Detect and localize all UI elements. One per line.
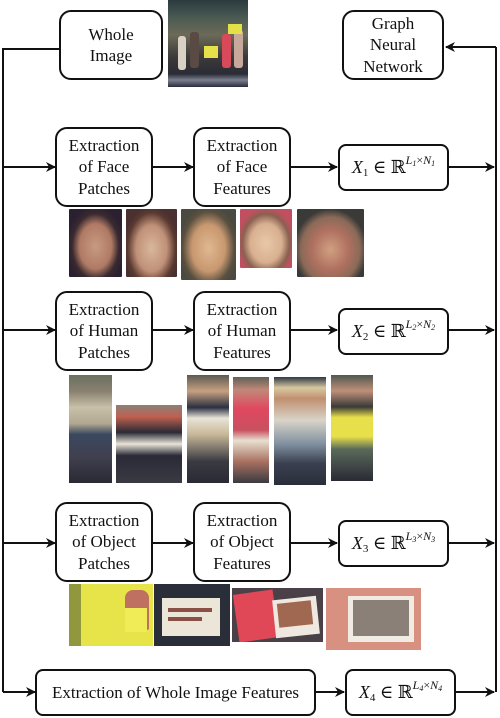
whole-image-box: Whole Image: [59, 10, 163, 80]
gnn-label-3: Network: [363, 56, 423, 76]
reals-symbol: ℝ: [390, 157, 406, 178]
human-patch-1: [69, 375, 112, 483]
face-patches-label-3: Patches: [78, 178, 130, 198]
x2-index: 2: [362, 331, 369, 344]
object-patches-label-2: of Object: [72, 532, 136, 552]
whole-image-label-2: Image: [89, 46, 133, 65]
human-patch-5: [274, 377, 326, 485]
x3-index: 3: [362, 543, 369, 556]
x3-var: X: [351, 533, 363, 554]
face-features-label-2: of Face: [216, 157, 268, 177]
reals-symbol: ℝ: [397, 682, 413, 703]
face-patches-label-2: of Face: [78, 157, 130, 177]
graph-neural-network-box: Graph Neural Network: [342, 10, 444, 80]
object-patches-box: Extraction of Object Patches: [55, 502, 153, 582]
gnn-label-2: Neural: [369, 35, 417, 55]
whole-image-thumbnail: [168, 0, 248, 87]
x2-var: X: [351, 321, 363, 342]
reals-symbol: ℝ: [390, 533, 406, 554]
x1-output-box: X1 ∈ ℝL1×N1: [338, 144, 449, 191]
n-index: 4: [438, 684, 443, 694]
x4-index: 4: [369, 692, 376, 705]
face-patch-3: [181, 209, 236, 280]
n-symbol: N: [423, 317, 432, 332]
human-features-label-3: Features: [213, 342, 271, 362]
object-patches-label-1: Extraction: [68, 510, 140, 530]
face-patch-1: [69, 209, 122, 277]
human-patch-4: [233, 377, 269, 483]
n-symbol: N: [430, 678, 439, 693]
human-patches-label-3: Patches: [78, 342, 130, 362]
human-features-label-1: Extraction: [206, 299, 278, 319]
face-patch-2: [126, 209, 177, 277]
face-patch-5: [297, 209, 364, 277]
human-patch-6: [331, 375, 373, 481]
object-features-label-2: of Object: [210, 532, 274, 552]
face-patches-box: Extraction of Face Patches: [55, 127, 153, 207]
n-symbol: N: [423, 529, 432, 544]
human-patch-3: [187, 375, 229, 483]
object-patch-4: [326, 588, 421, 650]
element-of-symbol: ∈: [372, 157, 387, 178]
x1-var: X: [351, 157, 363, 178]
x3-output-box: X3 ∈ ℝL3×N3: [338, 520, 449, 567]
whole-image-features-label: Extraction of Whole Image Features: [51, 682, 300, 702]
face-features-label-3: Features: [213, 178, 271, 198]
gnn-label-1: Graph: [371, 13, 415, 33]
n-symbol: N: [423, 153, 432, 168]
whole-image-label-1: Whole: [88, 24, 134, 44]
face-features-box: Extraction of Face Features: [193, 127, 291, 207]
object-patches-label-3: Patches: [78, 553, 130, 573]
human-patch-2: [116, 405, 182, 483]
human-features-label-2: of Human: [207, 321, 277, 341]
n-index: 2: [431, 323, 436, 333]
human-patches-label-2: of Human: [69, 321, 139, 341]
x4-output-box: X4 ∈ ℝL4×N4: [345, 669, 456, 716]
face-patches-label-1: Extraction: [68, 135, 140, 155]
left-spine-line: [2, 48, 59, 692]
object-patch-2: [154, 584, 230, 646]
element-of-symbol: ∈: [379, 682, 394, 703]
whole-image-features-box: Extraction of Whole Image Features: [35, 669, 316, 716]
human-patches-box: Extraction of Human Patches: [55, 291, 153, 371]
n-index: 3: [431, 535, 436, 545]
element-of-symbol: ∈: [372, 321, 387, 342]
x1-index: 1: [362, 167, 369, 180]
human-features-box: Extraction of Human Features: [193, 291, 291, 371]
n-index: 1: [431, 159, 436, 169]
object-features-label-1: Extraction: [206, 510, 278, 530]
human-patches-label-1: Extraction: [68, 299, 140, 319]
face-patch-4: [240, 209, 292, 268]
object-patch-3: [232, 588, 323, 642]
object-patch-1: [69, 584, 153, 646]
reals-symbol: ℝ: [390, 321, 406, 342]
object-features-label-3: Features: [213, 553, 271, 573]
face-features-label-1: Extraction: [206, 135, 278, 155]
x2-output-box: X2 ∈ ℝL2×N2: [338, 308, 449, 355]
object-features-box: Extraction of Object Features: [193, 502, 291, 582]
element-of-symbol: ∈: [372, 533, 387, 554]
x4-var: X: [358, 682, 370, 703]
